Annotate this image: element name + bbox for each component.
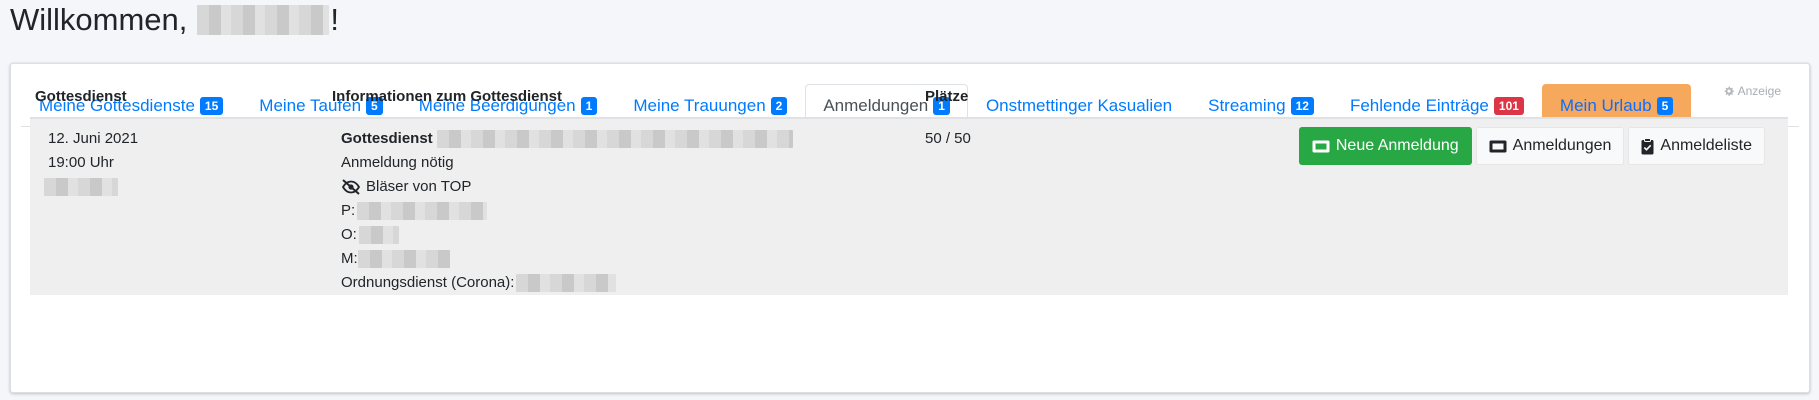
service-time: 19:00 Uhr — [48, 154, 114, 171]
registrations-button[interactable]: Anmeldungen — [1475, 127, 1625, 165]
organist-redacted — [358, 226, 399, 244]
registration-list-button[interactable]: Anmeldeliste — [1628, 127, 1765, 165]
mesner-label: M: — [341, 250, 358, 267]
service-info-cell: Gottesdienst Anmeldung nötig Bläser von … — [327, 118, 920, 295]
welcome-heading: Willkommen, ! — [10, 2, 339, 38]
new-registration-button[interactable]: Neue Anmeldung — [1298, 127, 1472, 165]
ordnungsdienst-label: Ordnungsdienst (Corona): — [341, 274, 515, 291]
ticket-icon — [1489, 140, 1507, 152]
welcome-suffix: ! — [330, 2, 340, 37]
service-location-redacted — [44, 175, 322, 199]
welcome-prefix: Willkommen, — [10, 2, 188, 37]
registration-list-label: Anmeldeliste — [1660, 137, 1752, 154]
column-header-gottesdienst: Gottesdienst — [30, 75, 327, 119]
places-cell: 50 / 50 — [920, 118, 1220, 295]
actions-cell: Neue Anmeldung Anmeldungen Anmeldeliste — [1220, 118, 1788, 295]
registrations-table: Gottesdienst Informationen zum Gottesdie… — [30, 75, 1788, 295]
column-header-actions — [1220, 75, 1788, 119]
ordnungsdienst-redacted — [516, 274, 617, 292]
service-title-redacted — [436, 130, 793, 148]
service-title: Gottesdienst — [341, 130, 433, 147]
new-registration-label: Neue Anmeldung — [1335, 137, 1459, 154]
music-info: Bläser von TOP — [366, 178, 472, 195]
service-date: 12. Juni 2021 — [48, 130, 139, 147]
ticket-icon — [1312, 140, 1330, 152]
column-header-plaetze: Plätze — [920, 75, 1220, 119]
pastor-label: P: — [341, 202, 356, 219]
column-header-informationen: Informationen zum Gottesdienst — [327, 75, 920, 119]
redacted-username — [197, 5, 330, 35]
mesner-redacted — [357, 250, 450, 268]
eye-slash-icon — [341, 179, 361, 195]
table-row: 12. Juni 2021 19:00 Uhr Gottesdienst Anm… — [30, 118, 1788, 295]
places-value: 50 / 50 — [925, 130, 971, 147]
service-date-cell: 12. Juni 2021 19:00 Uhr — [30, 118, 327, 295]
organist-label: O: — [341, 226, 357, 243]
table-header-row: Gottesdienst Informationen zum Gottesdie… — [30, 75, 1788, 119]
clipboard-check-icon — [1641, 137, 1654, 154]
pastor-redacted — [357, 202, 488, 220]
registrations-label: Anmeldungen — [1512, 137, 1612, 154]
registration-required: Anmeldung nötig — [341, 154, 454, 171]
